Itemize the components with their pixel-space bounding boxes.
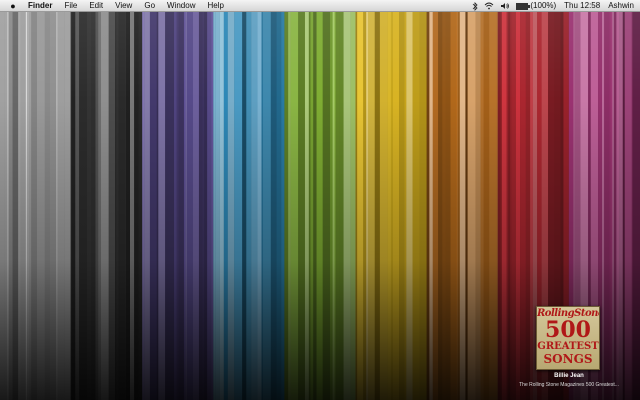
battery-icon[interactable]: (100%): [516, 0, 556, 12]
album-art-line2: SONGS: [543, 352, 593, 366]
menu-app-finder[interactable]: Finder: [26, 0, 58, 12]
battery-fill: [517, 3, 528, 9]
track-album: The Rolling Stone Magazines 500 Greatest…: [519, 382, 619, 388]
menu-view[interactable]: View: [109, 0, 138, 12]
menu-bar: ● Finder File Edit View Go Window Help (…: [0, 0, 640, 12]
menu-window[interactable]: Window: [161, 0, 201, 12]
menu-file[interactable]: File: [58, 0, 83, 12]
menu-help[interactable]: Help: [201, 0, 229, 12]
now-playing-widget[interactable]: RollingStone 500 GREATEST SONGS Billie J…: [510, 306, 628, 390]
album-art-number: 500: [545, 317, 591, 343]
menu-go[interactable]: Go: [138, 0, 161, 12]
apple-icon[interactable]: ●: [6, 0, 20, 12]
volume-icon[interactable]: [500, 2, 510, 10]
bluetooth-icon[interactable]: [472, 1, 478, 11]
battery-gauge: [516, 2, 531, 10]
track-title: Billie Jean: [554, 373, 584, 379]
user-menu[interactable]: Ashwin: [608, 0, 634, 12]
menu-edit[interactable]: Edit: [83, 0, 109, 12]
album-art[interactable]: RollingStone 500 GREATEST SONGS: [536, 306, 600, 370]
menu-clock[interactable]: Thu 12:58: [564, 0, 600, 12]
album-art-line1: GREATEST: [537, 341, 599, 352]
battery-percent: (100%): [530, 1, 557, 10]
wifi-icon[interactable]: [484, 2, 494, 10]
